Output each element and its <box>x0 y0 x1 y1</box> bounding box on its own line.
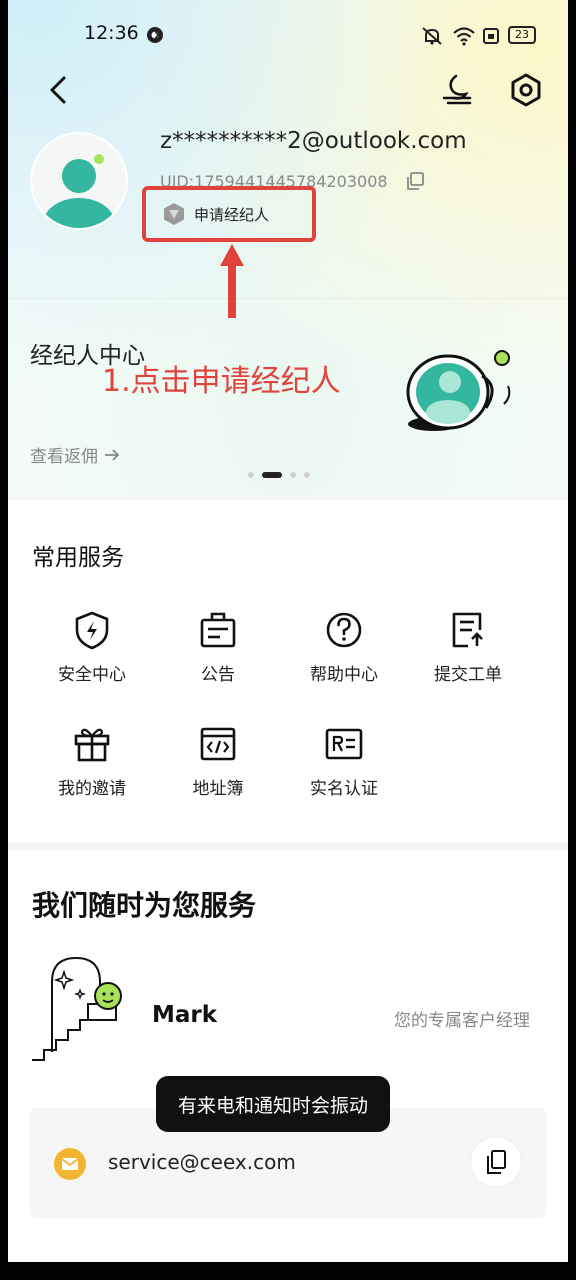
section-divider <box>8 496 568 500</box>
service-label: 我的邀请 <box>58 779 126 799</box>
service-submit-ticket[interactable]: 提交工单 <box>408 610 528 685</box>
service-my-invitation[interactable]: 我的邀请 <box>32 724 152 799</box>
sim-icon <box>483 28 499 44</box>
apply-broker-highlight[interactable]: 申请经纪人 <box>142 186 316 242</box>
vibrate-icon <box>422 27 442 45</box>
status-time: 12:36 <box>84 22 139 44</box>
shield-icon <box>75 611 109 650</box>
moon-icon <box>442 74 472 105</box>
announcement-icon <box>200 612 236 648</box>
service-real-name-verification[interactable]: 实名认证 <box>284 724 404 799</box>
battery-level: 23 <box>515 28 529 41</box>
broker-badge-icon <box>164 203 184 225</box>
hexagon-gear-icon <box>511 73 541 107</box>
service-label: 地址簿 <box>192 779 244 799</box>
account-manager-name: Mark <box>152 1002 218 1028</box>
service-security-center[interactable]: 安全中心 <box>32 610 152 685</box>
app-notification-icon <box>147 27 163 43</box>
vibrate-toast: 有来电和通知时会振动 <box>156 1076 391 1132</box>
service-section-title: 我们随时为您服务 <box>32 889 257 922</box>
mail-icon <box>54 1148 86 1180</box>
annotation-step-text: 1.点击申请经纪人 <box>102 364 341 399</box>
broker-illustration-icon <box>406 350 511 431</box>
settings-button[interactable] <box>508 72 544 108</box>
service-label: 安全中心 <box>58 665 126 685</box>
section-divider <box>8 842 568 850</box>
app-screen: 12:36 23 z**********2@outlook.com UID:17… <box>8 0 568 1262</box>
copy-email-button[interactable] <box>470 1136 522 1188</box>
arrow-right-icon <box>105 448 120 461</box>
id-card-icon <box>325 728 363 760</box>
service-help-center[interactable]: 帮助中心 <box>284 610 404 685</box>
account-manager-illustration-icon <box>32 956 122 1061</box>
user-avatar-icon <box>43 154 115 228</box>
account-manager-role: 您的专属客户经理 <box>394 1011 530 1031</box>
service-label: 提交工单 <box>434 665 502 685</box>
card-divider <box>8 298 568 299</box>
carousel-dot[interactable] <box>304 472 310 478</box>
copy-icon <box>487 1150 506 1174</box>
contact-email: service@ceex.com <box>108 1150 296 1174</box>
view-rebate-link[interactable]: 查看返佣 <box>30 442 120 467</box>
theme-toggle-button[interactable] <box>440 72 474 106</box>
copy-uid-icon[interactable] <box>404 170 426 192</box>
service-label: 帮助中心 <box>310 665 378 685</box>
service-address-book[interactable]: 地址簿 <box>158 724 278 799</box>
gift-icon <box>74 728 110 762</box>
code-book-icon <box>200 727 236 761</box>
service-label: 公告 <box>201 665 235 685</box>
annotation-arrow-icon <box>220 244 244 318</box>
carousel-dot[interactable] <box>248 472 254 478</box>
carousel-dot-active[interactable] <box>262 472 282 478</box>
view-rebate-label: 查看返佣 <box>30 447 98 467</box>
account-email: z**********2@outlook.com <box>160 128 467 154</box>
carousel-dot[interactable] <box>290 472 296 478</box>
apply-broker-button[interactable]: 申请经纪人 <box>156 198 279 230</box>
ticket-icon <box>452 612 483 648</box>
help-icon <box>326 612 362 648</box>
avatar[interactable] <box>30 132 128 230</box>
back-button[interactable] <box>42 72 78 108</box>
carousel-indicator <box>248 472 310 478</box>
service-announcement[interactable]: 公告 <box>158 610 278 685</box>
common-services-title: 常用服务 <box>32 545 124 571</box>
chevron-left-icon <box>50 76 66 104</box>
apply-broker-label: 申请经纪人 <box>194 205 270 224</box>
service-label: 实名认证 <box>310 779 378 799</box>
wifi-icon <box>453 27 475 46</box>
battery-indicator: 23 <box>508 26 536 44</box>
